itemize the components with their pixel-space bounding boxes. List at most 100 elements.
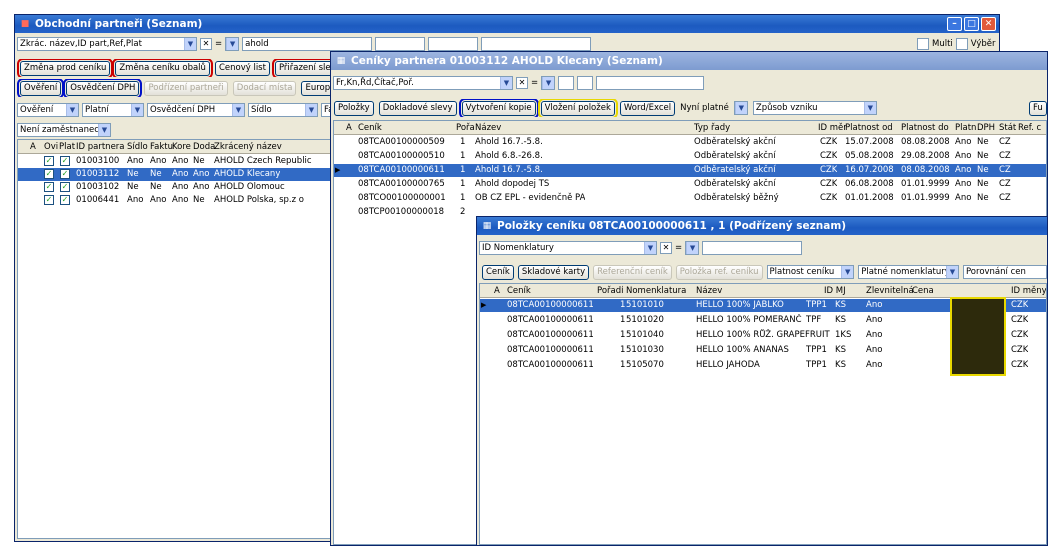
operator-combo[interactable]: ▼ [685,241,700,255]
chevron-down-icon[interactable]: ▼ [945,266,958,278]
col-poradi[interactable]: Pořa [456,121,475,135]
col-doda[interactable]: Doda [193,140,215,154]
col-ovi[interactable]: Ovi [44,140,58,154]
col-id-mj[interactable]: ID MJ [824,284,846,298]
zamestnanec-combo[interactable]: Není zaměstnanec ▼ [17,123,111,137]
polozky-filter-combo[interactable]: ID Nomenklatury ▼ [479,241,657,255]
cenik-title-bar[interactable]: ▦ Ceníky partnera 01003112 AHOLD Klecany… [331,52,1047,70]
platnost-ceniku-combo[interactable]: Platnost ceníku ▼ [766,265,855,279]
col-cena[interactable]: Cena [912,284,934,298]
porovnani-cen-combo[interactable]: Porovnání cen [962,265,1047,279]
col-a[interactable]: A [30,140,36,154]
multi-checkbox[interactable] [917,38,929,50]
col-platnost-do[interactable]: Platnost do [901,121,949,135]
ovi-checkbox[interactable]: ✓ [44,182,54,192]
col-id-partnera[interactable]: ID partnera [76,140,125,154]
col-nomenklatura[interactable]: Nomenklatura [626,284,686,298]
cenik-filter-input-3[interactable] [596,76,705,90]
sidlo-combo[interactable]: Sídlo ▼ [248,103,318,117]
table-row[interactable]: ✓ ✓ 01006441 Ano Ano Ano Ne AHOLD Polska, sp.z … [18,194,330,207]
col-kore[interactable]: Kore [172,140,191,154]
chevron-down-icon[interactable]: ▼ [686,242,699,254]
chevron-down-icon[interactable]: ▼ [644,242,656,254]
col-plat[interactable]: Plat [59,140,75,154]
chevron-down-icon[interactable]: ▼ [841,266,854,278]
filter-extra-input-1[interactable] [375,37,426,51]
table-row[interactable]: ▶ 08TCA00100000611 1 Ahold 16.7.-5.8. Odběra… [334,164,1046,177]
referencni-cenik-button[interactable]: Referenční ceník [593,264,672,280]
col-id-meny[interactable]: ID měr [818,121,847,135]
operator-combo[interactable]: ▼ [541,76,556,90]
polozky-title-bar[interactable]: ▦ Položky ceníku 08TCA00100000611 , 1 (P… [477,217,1047,235]
filter-extra-input-2[interactable] [428,37,479,51]
nyni-platne-combo[interactable]: ▼ [733,101,748,115]
col-id-meny[interactable]: ID měny [1011,284,1046,298]
operator-combo[interactable]: ▼ [225,37,240,51]
plat-checkbox[interactable]: ✓ [60,195,70,205]
zpusob-vzniku-combo[interactable]: Způsob vzniku ▼ [752,101,877,115]
plat-checkbox[interactable]: ✓ [60,182,70,192]
vlozeni-polozek-button[interactable]: Vložení položek [537,99,618,117]
chevron-down-icon[interactable]: ▼ [184,38,196,50]
overeni-button[interactable]: Ověření [16,79,65,97]
col-stat[interactable]: Stát [999,121,1016,135]
col-nazev[interactable]: Název [696,284,722,298]
clear-filter-icon[interactable]: ✕ [200,38,212,50]
chevron-down-icon[interactable]: ▼ [542,77,555,89]
col-platnost-od[interactable]: Platnost od [845,121,893,135]
col-zkraceny-nazev[interactable]: Zkrácený název [214,140,282,154]
chevron-down-icon[interactable]: ▼ [131,104,143,116]
chevron-down-icon[interactable]: ▼ [863,102,876,114]
chevron-down-icon[interactable]: ▼ [305,104,317,116]
vyber-checkbox[interactable] [955,38,968,50]
ovi-checkbox[interactable]: ✓ [44,169,54,179]
fu-button[interactable]: Fu [1029,100,1047,116]
table-row[interactable]: 08TCA00100000765 1 Ahold dopodej TS Odběrat… [334,178,1046,191]
chevron-down-icon[interactable]: ▼ [66,104,78,116]
chevron-down-icon[interactable]: ▼ [98,124,110,136]
platne-nomenklatury-combo[interactable]: Platné nomenklatury ▼ [858,265,959,279]
clear-filter-icon[interactable]: ✕ [660,242,672,254]
col-zlevnitelna[interactable]: Zlevnitelná [866,284,914,298]
col-faktu[interactable]: Faktu [150,140,173,154]
dodaci-mista-button[interactable]: Dodací místa [232,80,297,96]
plat-checkbox[interactable]: ✓ [60,156,70,166]
col-ref-c[interactable]: Ref. c [1018,121,1041,135]
partners-filter-combo[interactable]: Zkrác. název,ID part,Ref,Plat ▼ [17,37,197,51]
table-row[interactable]: 08TCA00100000510 1 Ahold 6.8.-26.8. Odběrat… [334,150,1046,163]
cenik-filter-combo[interactable]: Fr,Kn,Řd,Čítač,Poř. ▼ [333,76,513,90]
chevron-down-icon[interactable]: ▼ [226,38,239,50]
polozky-filter-input[interactable] [702,241,803,255]
partners-filter-input[interactable]: ahold [242,37,373,51]
col-cenik[interactable]: Ceník [358,121,382,135]
osvedceni-combo[interactable]: Osvědčení DPH ▼ [147,103,245,117]
close-icon[interactable]: ✕ [981,17,996,31]
polozky-button[interactable]: Položky [334,100,374,116]
minimize-icon[interactable]: – [947,17,962,31]
col-nazev[interactable]: Název [475,121,501,135]
col-typ-rady[interactable]: Typ řady [694,121,730,135]
col-a[interactable]: A [494,284,500,298]
plat-checkbox[interactable]: ✓ [60,169,70,179]
clear-filter-icon[interactable]: ✕ [516,77,528,89]
cenovy-list-button[interactable]: Cenový list [214,60,270,76]
zmena-ceniku-obalu-button[interactable]: Změna ceníku obalů [112,59,213,77]
chevron-down-icon[interactable]: ▼ [734,102,747,114]
table-row[interactable]: ▶✓✓01003112NeNeAnoAnoAHOLD Klecany [18,168,330,181]
col-a[interactable]: A [346,121,352,135]
cenik-filter-input-2[interactable] [577,76,594,90]
cenik-filter-input-1[interactable] [558,76,575,90]
cenik-button[interactable]: Ceník [482,264,514,280]
ovi-checkbox[interactable]: ✓ [44,156,54,166]
overeni-combo[interactable]: Ověření ▼ [17,103,79,117]
col-platny[interactable]: Platn [955,121,976,135]
maximize-icon[interactable]: □ [964,17,979,31]
vytvoreni-kopie-button[interactable]: Vytvoření kopie [458,99,539,117]
polozka-ref-ceniku-button[interactable]: Položka ref. ceníku [675,264,763,280]
filter-extra-input-3[interactable] [481,37,592,51]
col-dph[interactable]: DPH [977,121,995,135]
zmena-prod-ceniku-button[interactable]: Změna prod ceníku [16,59,114,77]
platni-combo[interactable]: Platní ▼ [82,103,144,117]
col-cenik[interactable]: Ceník [507,284,531,298]
partners-title-bar[interactable]: ■ Obchodní partneři (Seznam) – □ ✕ [15,15,999,33]
